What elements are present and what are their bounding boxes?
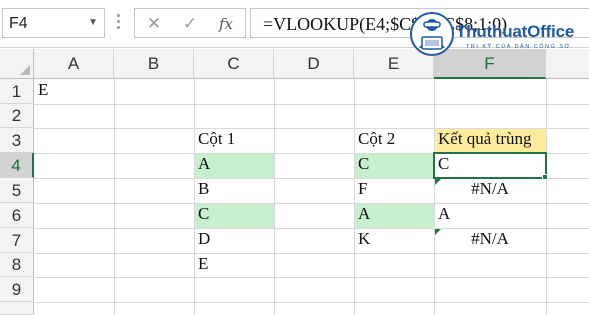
row-header-6[interactable]: 6 (0, 203, 34, 228)
enter-icon[interactable]: ✓ (175, 13, 205, 35)
insert-function-icon[interactable]: fx (211, 13, 241, 35)
cell-e5[interactable]: F (358, 179, 367, 199)
gridline (274, 79, 275, 315)
column-header-d[interactable]: D (274, 49, 354, 79)
gridline (34, 302, 589, 303)
column-header-c[interactable]: C (194, 49, 274, 79)
row-header-1[interactable]: 1 (0, 79, 34, 104)
row-header-4[interactable]: 4 (0, 153, 34, 178)
cell-f6[interactable]: A (438, 204, 450, 224)
cell-c5[interactable]: B (198, 179, 209, 199)
cell-c8[interactable]: E (198, 254, 208, 274)
gridline (34, 277, 589, 278)
logo-text: ThuthuatOffice (456, 22, 575, 41)
logo-person-icon (410, 12, 454, 56)
cell-e7[interactable]: K (358, 229, 370, 249)
drag-handle-icon[interactable] (116, 12, 122, 34)
gridline (546, 79, 547, 315)
cell-f3[interactable]: Kết quả trùng (438, 129, 531, 149)
gridline (114, 79, 115, 315)
active-cell-selection[interactable] (433, 152, 547, 179)
error-indicator-icon[interactable] (435, 229, 441, 235)
spreadsheet-grid: A B C D E F 1 2 3 4 5 6 7 8 9 E Cột 1 Cộ… (0, 49, 589, 315)
gridline (34, 253, 589, 254)
fill-handle[interactable] (542, 174, 548, 180)
row-header-9[interactable]: 9 (0, 277, 34, 302)
row-header-7[interactable]: 7 (0, 228, 34, 253)
row-header-8[interactable]: 8 (0, 253, 34, 277)
cell-f7[interactable]: #N/A (434, 229, 546, 249)
cell-c4[interactable]: A (198, 154, 210, 174)
cell-e3[interactable]: Cột 2 (358, 129, 395, 149)
gridline (34, 203, 589, 204)
cell-c3[interactable]: Cột 1 (198, 129, 235, 149)
select-all-button[interactable] (0, 49, 34, 79)
row-header-3[interactable]: 3 (0, 128, 34, 153)
cell-c6[interactable]: C (198, 204, 209, 224)
row-header-5[interactable]: 5 (0, 178, 34, 203)
gridline (354, 79, 355, 315)
cell-a1[interactable]: E (38, 80, 48, 100)
cell-c7[interactable]: D (198, 229, 210, 249)
name-box-value: F4 (9, 15, 28, 32)
column-header-b[interactable]: B (114, 49, 194, 79)
formula-commands: ✕ ✓ fx (134, 8, 246, 38)
cell-f5[interactable]: #N/A (434, 179, 546, 199)
cancel-icon[interactable]: ✕ (139, 13, 169, 35)
chevron-down-icon[interactable]: ▼ (88, 17, 98, 28)
thuthuatoffice-logo: ThuthuatOffice TRI KỸ CỦA DÂN CÔNG SỞ (404, 8, 589, 64)
column-header-a[interactable]: A (34, 49, 114, 79)
logo-tagline: TRI KỸ CỦA DÂN CÔNG SỞ (466, 44, 571, 50)
gridline (34, 104, 589, 105)
cell-e6[interactable]: A (358, 204, 370, 224)
error-indicator-icon[interactable] (435, 179, 441, 185)
cell-e4[interactable]: C (358, 154, 369, 174)
name-box[interactable]: F4 ▼ (2, 8, 105, 38)
gridline (194, 79, 195, 315)
row-header-10[interactable] (0, 302, 34, 315)
row-header-2[interactable]: 2 (0, 104, 34, 128)
